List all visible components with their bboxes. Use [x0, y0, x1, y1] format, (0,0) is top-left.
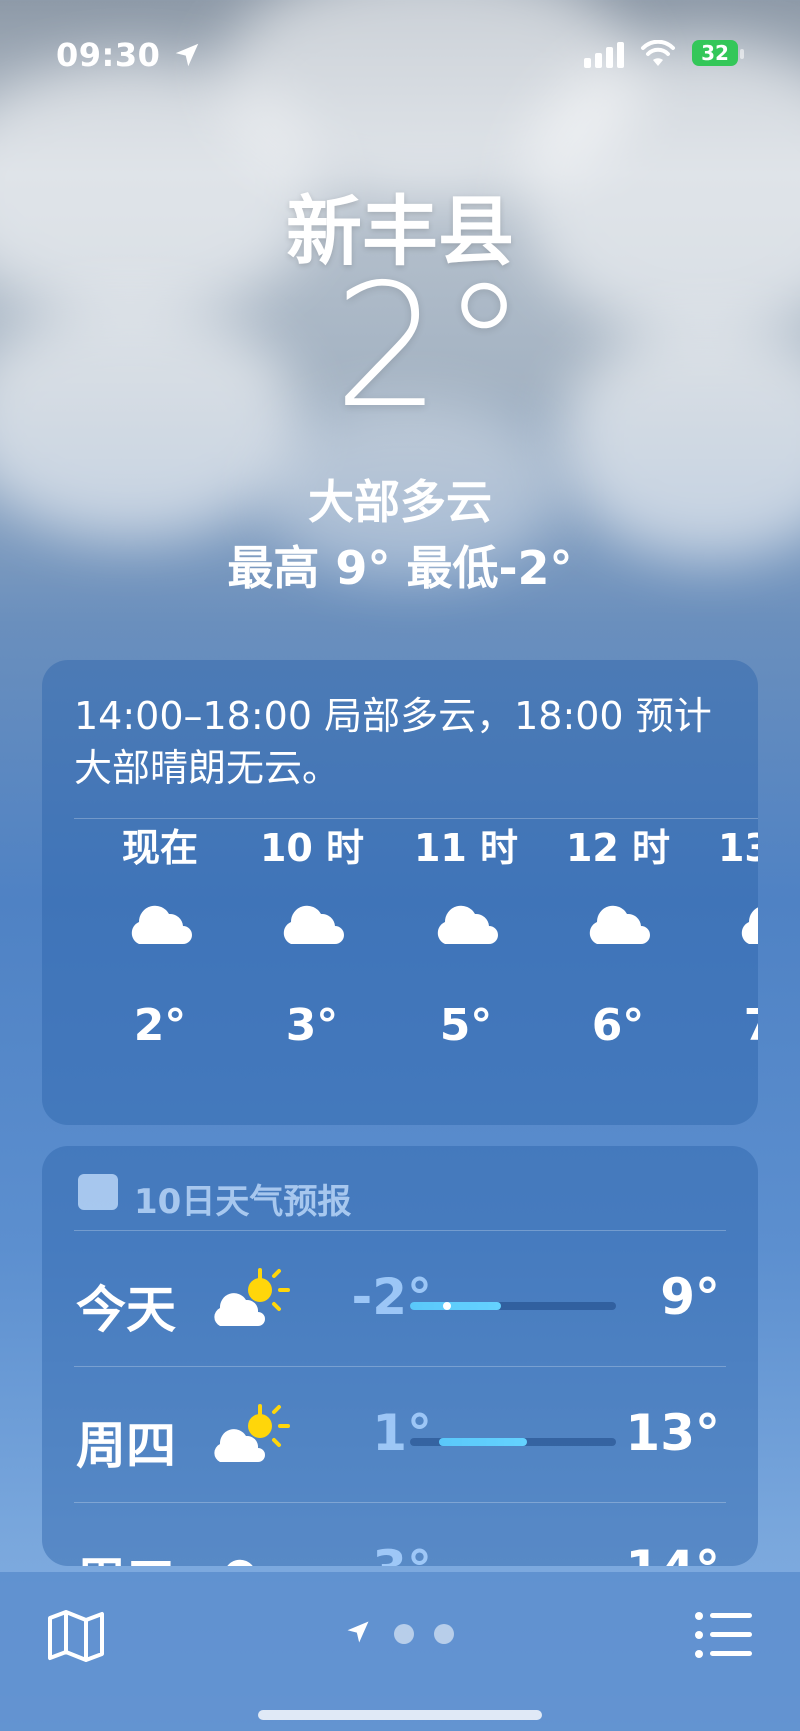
- battery-indicator: 32: [692, 40, 738, 66]
- forecast-summary: 14:00–18:00 局部多云，18:00 预计大部晴朗无云。: [74, 694, 712, 790]
- cloud-icon: [90, 902, 230, 982]
- calendar-icon: [78, 1174, 118, 1210]
- current-temperature: 2°: [333, 248, 527, 446]
- hour-item: 12 时 6°: [548, 818, 688, 1051]
- hour-label: 13 时: [717, 826, 758, 870]
- hour-temp: 3°: [285, 1000, 339, 1051]
- ten-day-forecast-card[interactable]: 10日天气预报 今天 -2° 9° 周四 1° 13° 周五: [42, 1146, 758, 1566]
- hour-item: 10 时 3°: [242, 818, 382, 1051]
- list-icon[interactable]: [694, 1610, 754, 1660]
- temperature-range-bar: [410, 1302, 616, 1310]
- hour-label: 现在: [121, 826, 198, 870]
- hour-temp: 2°: [133, 1000, 187, 1051]
- hour-temp: 5°: [439, 1000, 493, 1051]
- high-low-temperature: 最高 9° 最低-2°: [227, 541, 573, 595]
- wifi-icon: [641, 40, 675, 66]
- page-indicator-dot[interactable]: [394, 1624, 414, 1644]
- weather-condition: 大部多云: [308, 475, 492, 529]
- day-name: 周四: [76, 1417, 176, 1475]
- hour-temp: 7°: [700, 1000, 758, 1051]
- hour-item: 11 时 5°: [396, 818, 536, 1051]
- battery-tip: [740, 49, 744, 59]
- day-high: 9°: [660, 1268, 720, 1326]
- page-indicator-dot[interactable]: [434, 1624, 454, 1644]
- cloud-icon: [548, 902, 688, 982]
- hourly-forecast-card[interactable]: 14:00–18:00 局部多云，18:00 预计大部晴朗无云。 现在 2° 1…: [42, 660, 758, 1125]
- divider: [74, 1230, 726, 1231]
- hour-label: 10 时: [259, 826, 365, 870]
- location-services-icon: [175, 43, 199, 67]
- divider: [74, 1502, 726, 1503]
- map-icon[interactable]: [46, 1610, 106, 1662]
- day-low: 3°: [302, 1540, 432, 1566]
- cloud-icon: [227, 1559, 253, 1566]
- hour-item: 现在 2°: [90, 818, 230, 1051]
- hour-item: 13 时 7°: [700, 818, 758, 1051]
- partly-sunny-icon: [214, 1404, 290, 1462]
- cloud-icon: [242, 902, 382, 982]
- status-time: 09:30: [56, 36, 161, 74]
- cloud-icon: [700, 902, 758, 982]
- forecast-row[interactable]: 周五 3° 14°: [42, 1504, 758, 1566]
- day-name: 周五: [76, 1542, 176, 1566]
- hour-label: 12 时: [565, 826, 671, 870]
- day-name: 今天: [76, 1281, 176, 1339]
- day-low: 1°: [372, 1404, 432, 1462]
- cellular-signal-icon: [584, 42, 624, 68]
- hour-label: 11 时: [413, 826, 519, 870]
- hour-temp: 6°: [591, 1000, 645, 1051]
- home-indicator: [258, 1710, 542, 1720]
- divider: [74, 1366, 726, 1367]
- current-temp-dot: [442, 1302, 451, 1310]
- forecast-row[interactable]: 今天 -2° 9°: [42, 1232, 758, 1368]
- ten-day-title: 10日天气预报: [134, 1182, 352, 1222]
- status-bar: 09:30 32: [0, 36, 800, 76]
- day-high: 13°: [625, 1404, 720, 1462]
- temperature-range-bar: [410, 1438, 616, 1446]
- bottom-toolbar: [0, 1572, 800, 1731]
- day-low: -2°: [351, 1268, 432, 1326]
- hourly-scroll[interactable]: 现在 2° 10 时 3° 11 时 5° 12 时 6° 13 时 7°: [42, 818, 758, 1118]
- range-fill: [410, 1302, 501, 1310]
- location-arrow-icon[interactable]: [344, 1616, 372, 1648]
- forecast-row[interactable]: 周四 1° 13°: [42, 1368, 758, 1504]
- range-fill: [438, 1438, 528, 1446]
- day-high: 14°: [620, 1540, 720, 1566]
- partly-sunny-icon: [214, 1268, 290, 1326]
- cloud-icon: [396, 902, 536, 982]
